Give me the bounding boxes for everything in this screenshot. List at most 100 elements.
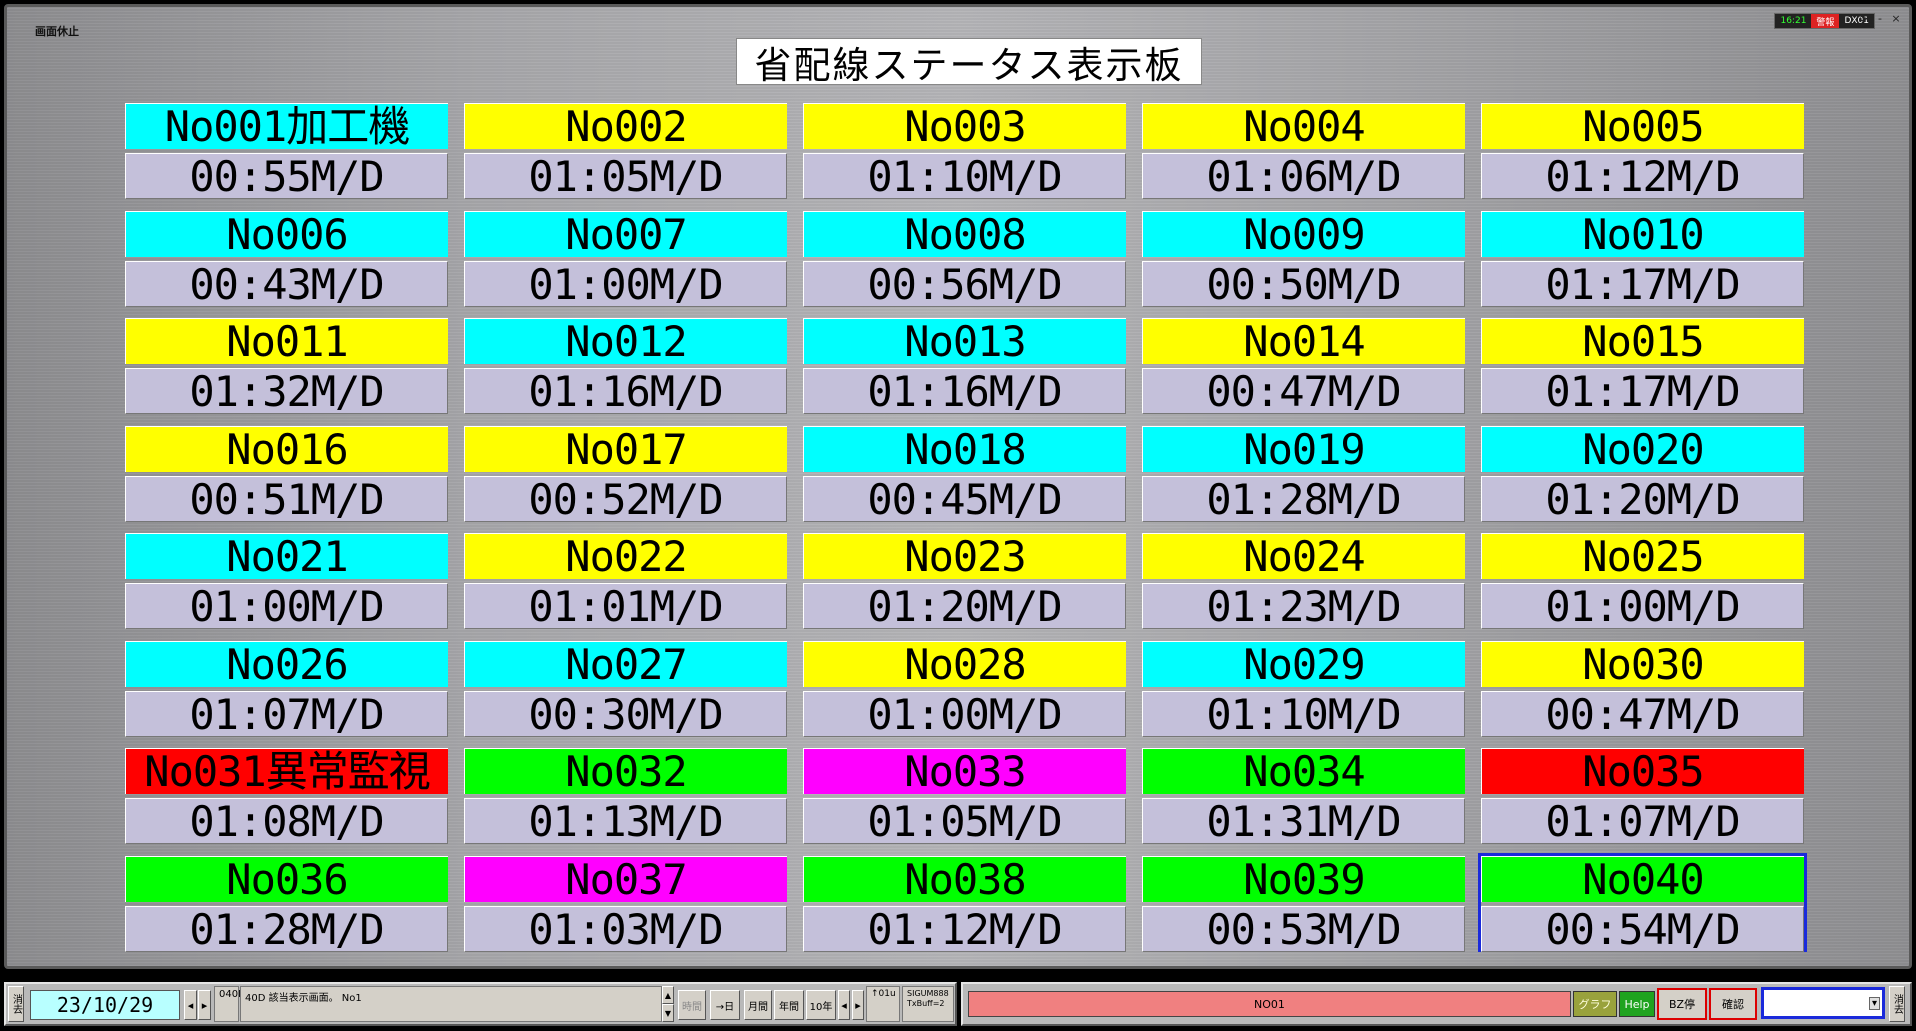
machine-tile[interactable]: No001加工機 00:55M/D xyxy=(122,100,451,200)
machine-tile[interactable]: No028 01:00M/D xyxy=(800,638,1129,738)
machine-time: 00:54M/D xyxy=(1481,906,1804,953)
machine-name: No034 xyxy=(1142,748,1465,794)
machine-tile[interactable]: No031異常監視 01:08M/D xyxy=(122,745,451,845)
machine-time: 01:00M/D xyxy=(1481,583,1804,630)
month-button[interactable]: 月間 xyxy=(744,990,772,1020)
machine-time: 01:00M/D xyxy=(803,691,1126,738)
machine-tile[interactable]: No021 01:00M/D xyxy=(122,530,451,630)
machine-name: No038 xyxy=(803,856,1126,902)
next-date-button[interactable]: ▸ xyxy=(198,990,211,1020)
machine-time: 00:45M/D xyxy=(803,476,1126,523)
machine-name: No032 xyxy=(464,748,787,794)
machine-tile[interactable]: No037 01:03M/D xyxy=(461,853,790,953)
machine-name: No005 xyxy=(1481,103,1804,149)
machine-time: 01:10M/D xyxy=(1142,691,1465,738)
help-button[interactable]: Help xyxy=(1619,991,1655,1017)
machine-tile[interactable]: No010 01:17M/D xyxy=(1478,208,1807,308)
machine-name: No029 xyxy=(1142,641,1465,687)
bz-stop-button[interactable]: BZ停 xyxy=(1657,988,1707,1020)
page-title: 省配線ステータス表示板 xyxy=(736,38,1202,87)
machine-tile[interactable]: No002 01:05M/D xyxy=(461,100,790,200)
machine-name: No027 xyxy=(464,641,787,687)
graph-button[interactable]: グラフ xyxy=(1573,991,1617,1017)
chevron-down-icon[interactable]: ▾ xyxy=(1868,996,1880,1010)
machine-tile[interactable]: No008 00:56M/D xyxy=(800,208,1129,308)
time-button[interactable]: 時間 xyxy=(678,990,706,1020)
machine-tile[interactable]: No032 01:13M/D xyxy=(461,745,790,845)
machine-time: 01:10M/D xyxy=(803,153,1126,200)
machine-tile[interactable]: No007 01:00M/D xyxy=(461,208,790,308)
date-field[interactable]: 23/10/29 xyxy=(30,990,180,1020)
machine-tile[interactable]: No039 00:53M/D xyxy=(1139,853,1468,953)
confirm-button[interactable]: 確認 xyxy=(1709,988,1757,1020)
machine-tile[interactable]: No033 01:05M/D xyxy=(800,745,1129,845)
machine-tile[interactable]: No018 00:45M/D xyxy=(800,423,1129,523)
machine-tile[interactable]: No025 01:00M/D xyxy=(1478,530,1807,630)
machine-tile[interactable]: No014 00:47M/D xyxy=(1139,315,1468,415)
machine-time: 01:20M/D xyxy=(1481,476,1804,523)
machine-tile[interactable]: No023 01:20M/D xyxy=(800,530,1129,630)
machine-time: 00:56M/D xyxy=(803,261,1126,308)
machine-time: 01:05M/D xyxy=(464,153,787,200)
machine-tile[interactable]: No012 01:16M/D xyxy=(461,315,790,415)
screen-select-dropdown[interactable]: ▾ xyxy=(1761,987,1885,1019)
machine-name: No037 xyxy=(464,856,787,902)
erase-right-button[interactable]: 消去 xyxy=(1889,986,1905,1022)
machine-tile[interactable]: No009 00:50M/D xyxy=(1139,208,1468,308)
machine-tile[interactable]: No005 01:12M/D xyxy=(1478,100,1807,200)
machine-time: 00:47M/D xyxy=(1481,691,1804,738)
machine-tile[interactable]: No027 00:30M/D xyxy=(461,638,790,738)
machine-tile[interactable]: No034 01:31M/D xyxy=(1139,745,1468,845)
machine-tile[interactable]: No019 01:28M/D xyxy=(1139,423,1468,523)
prev-step-button[interactable]: ◂ xyxy=(838,990,850,1020)
step-unit-label: ↑01u xyxy=(866,986,900,1022)
screen-pause-label[interactable]: 画面休止 xyxy=(35,23,79,39)
alarm-indicator[interactable]: 警報 xyxy=(1811,14,1840,28)
machine-tile[interactable]: No011 01:32M/D xyxy=(122,315,451,415)
year-button[interactable]: 年間 xyxy=(774,990,804,1020)
machine-time: 01:01M/D xyxy=(464,583,787,630)
machine-tile[interactable]: No006 00:43M/D xyxy=(122,208,451,308)
machine-name: No031異常監視 xyxy=(125,748,448,794)
close-icon[interactable]: × xyxy=(1889,12,1903,25)
machine-tile[interactable]: No017 00:52M/D xyxy=(461,423,790,523)
more-icon[interactable]: > xyxy=(1857,12,1871,25)
one-day-button[interactable]: →日 xyxy=(710,990,740,1020)
machine-tile[interactable]: No035 01:07M/D xyxy=(1478,745,1807,845)
machine-tile[interactable]: No016 00:51M/D xyxy=(122,423,451,523)
ten-year-button[interactable]: 10年 xyxy=(806,990,836,1020)
footer-right-panel: NO01 グラフ Help BZ停 確認 ▾ 消去 xyxy=(961,982,1912,1026)
machine-tile[interactable]: No020 01:20M/D xyxy=(1478,423,1807,523)
next-step-button[interactable]: ▸ xyxy=(852,990,864,1020)
machine-time: 01:16M/D xyxy=(803,368,1126,415)
machine-time: 00:53M/D xyxy=(1142,906,1465,953)
machine-tile[interactable]: No004 01:06M/D xyxy=(1139,100,1468,200)
machine-time: 01:00M/D xyxy=(464,261,787,308)
machine-name: No020 xyxy=(1481,426,1804,472)
erase-left-button[interactable]: 消去 xyxy=(8,986,24,1022)
machine-tile[interactable]: No026 01:07M/D xyxy=(122,638,451,738)
machine-tile[interactable]: No040 00:54M/D xyxy=(1478,853,1807,953)
screen-code: 040D xyxy=(214,986,246,1022)
footer-bar: 消去 23/10/29 ◂ ▸ 040D 40D 該当表示画面。 No1 ▲ ▼… xyxy=(0,976,1916,1031)
machine-tile[interactable]: No015 01:17M/D xyxy=(1478,315,1807,415)
spin-up-icon[interactable]: ▲ xyxy=(662,986,674,1004)
machine-tile[interactable]: No029 01:10M/D xyxy=(1139,638,1468,738)
machine-name: No015 xyxy=(1481,318,1804,364)
spin-down-icon[interactable]: ▼ xyxy=(662,1004,674,1022)
machine-name: No008 xyxy=(803,211,1126,257)
machine-time: 01:20M/D xyxy=(803,583,1126,630)
machine-tile[interactable]: No022 01:01M/D xyxy=(461,530,790,630)
machine-tile[interactable]: No030 00:47M/D xyxy=(1478,638,1807,738)
machine-tile[interactable]: No024 01:23M/D xyxy=(1139,530,1468,630)
machine-tile[interactable]: No013 01:16M/D xyxy=(800,315,1129,415)
minimize-icon[interactable]: - xyxy=(1873,12,1887,25)
machine-tile[interactable]: No036 01:28M/D xyxy=(122,853,451,953)
prev-date-button[interactable]: ◂ xyxy=(184,990,197,1020)
machine-tile[interactable]: No038 01:12M/D xyxy=(800,853,1129,953)
footer-left-panel: 消去 23/10/29 ◂ ▸ 040D 40D 該当表示画面。 No1 ▲ ▼… xyxy=(4,982,957,1026)
machine-name: No010 xyxy=(1481,211,1804,257)
message-area: 40D 該当表示画面。 No1 xyxy=(240,986,662,1022)
machine-tile[interactable]: No003 01:10M/D xyxy=(800,100,1129,200)
machine-time: 01:31M/D xyxy=(1142,798,1465,845)
